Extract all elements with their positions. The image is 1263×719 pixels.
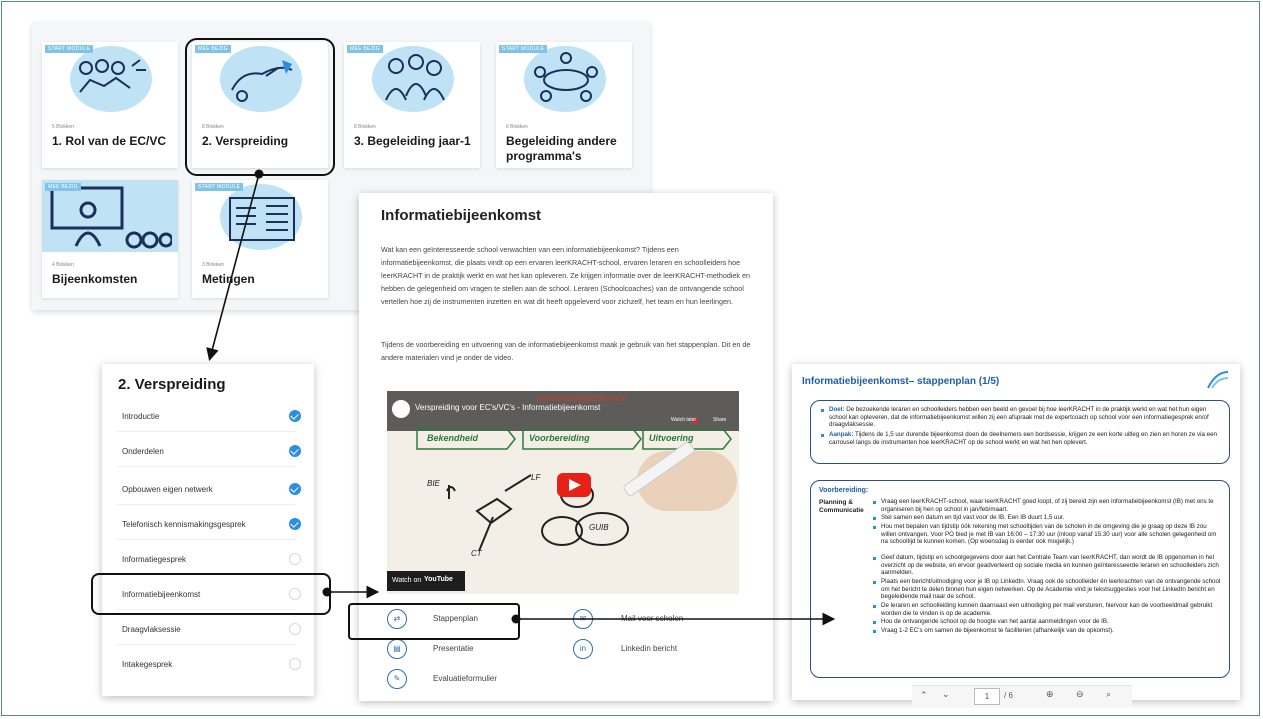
connector-arrows [206,169,836,626]
